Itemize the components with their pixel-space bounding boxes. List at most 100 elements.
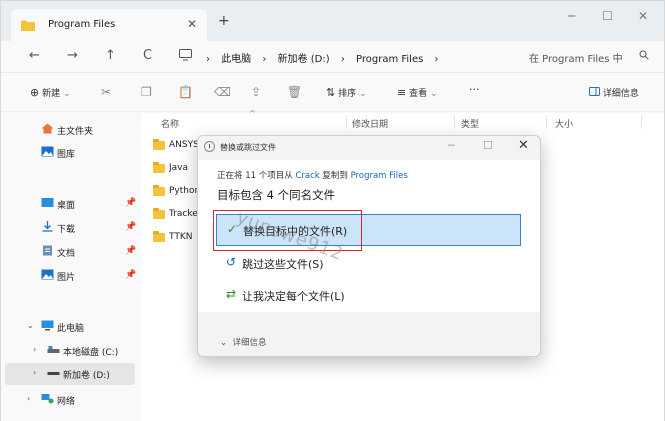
close-window-button[interactable]: ✕ <box>638 9 648 23</box>
breadcrumb: › 此电脑 › 新加卷 (D:) › Program Files › <box>206 50 447 65</box>
up-button[interactable]: ↑ <box>105 48 116 63</box>
sidebar-item-downloads[interactable]: 下载 📌 <box>1 217 137 239</box>
sidebar-item-new-volume[interactable]: › 新加卷 (D:) <box>5 363 135 385</box>
dialog-close-button[interactable]: ✕ <box>518 138 529 153</box>
pin-icon[interactable]: 📌 <box>125 222 136 232</box>
chevron-right-icon[interactable]: › <box>27 394 30 403</box>
command-bar: ⊕ 新建 ⌄ ✂ ❐ 📋 ⌫ ⇪ 🗑 ⇅ 排序 ⌄ ≡ 查看 ⌄ ··· 详细信… <box>1 74 664 112</box>
breadcrumb-program-files[interactable]: Program Files <box>356 54 423 65</box>
download-icon <box>41 221 54 232</box>
sidebar-item-pictures[interactable]: 图片 📌 <box>1 265 137 287</box>
view-label: 查看 <box>409 89 428 99</box>
drive-icon <box>47 367 60 378</box>
tab-program-files[interactable]: Program Files ✕ <box>11 9 207 41</box>
sidebar-item-desktop[interactable]: 桌面 📌 <box>1 193 137 215</box>
chevron-right-icon[interactable]: › <box>33 368 36 377</box>
address-row: ← → ↑ C › 此电脑 › 新加卷 (D:) › Program Files… <box>1 41 664 73</box>
maximize-button[interactable]: ☐ <box>602 9 613 23</box>
paste-icon[interactable]: 📋 <box>178 85 193 99</box>
copy-icon[interactable]: ❐ <box>141 85 152 99</box>
sidebar-label: 文档 <box>57 249 76 259</box>
details-label: 详细信息 <box>232 338 267 348</box>
search-icon <box>639 50 649 63</box>
dialog-minimize-button[interactable]: ─ <box>448 139 455 152</box>
chevron-down-icon[interactable]: ⌄ <box>27 321 34 330</box>
destination-link[interactable]: Program Files <box>351 171 408 181</box>
rename-icon[interactable]: ⌫ <box>214 85 231 99</box>
details-pane-button[interactable]: 详细信息 <box>589 86 639 99</box>
view-button[interactable]: ≡ 查看 ⌄ <box>397 86 438 99</box>
chevron-down-icon: ⌄ <box>220 338 228 348</box>
pin-icon[interactable]: 📌 <box>125 270 136 280</box>
navigation-pane: 主文件夹 图库 桌面 📌 下载 📌 文档 📌 图片 📌 ⌄ 此电脑 › 本地磁盘… <box>1 113 141 421</box>
refresh-button[interactable]: C <box>143 48 152 63</box>
new-label: 新建 <box>42 89 61 99</box>
home-icon <box>41 123 54 134</box>
sidebar-label: 主文件夹 <box>57 127 94 137</box>
breadcrumb-sep: › <box>262 54 267 65</box>
replace-or-skip-dialog: 替换或跳过文件 ─ ☐ ✕ 正在将 11 个项目从 Crack 复制到 Prog… <box>197 135 541 357</box>
breadcrumb-d-drive[interactable]: 新加卷 (D:) <box>278 54 330 65</box>
sidebar-item-documents[interactable]: 文档 📌 <box>1 241 137 263</box>
column-header-size[interactable]: 大小 <box>555 117 573 130</box>
folder-icon <box>153 139 165 150</box>
forward-button[interactable]: → <box>67 48 78 63</box>
chevron-down-icon: ⌄ <box>429 89 438 99</box>
breadcrumb-sep: › <box>340 54 345 65</box>
pin-icon[interactable]: 📌 <box>125 198 136 208</box>
title-bar: Program Files ✕ + ─ ☐ ✕ <box>1 1 664 41</box>
sidebar-label: 图片 <box>57 273 76 283</box>
sort-button[interactable]: ⇅ 排序 ⌄ <box>326 86 367 99</box>
folder-icon <box>153 162 165 173</box>
cut-icon[interactable]: ✂ <box>101 85 111 99</box>
new-tab-button[interactable]: + <box>218 13 230 29</box>
folder-icon <box>153 231 165 242</box>
pin-icon[interactable]: 📌 <box>125 246 136 256</box>
sidebar-label: 新加卷 (D:) <box>63 371 110 381</box>
delete-icon[interactable]: 🗑 <box>287 85 302 99</box>
sidebar-label: 网络 <box>57 397 76 407</box>
column-separator[interactable] <box>641 115 642 129</box>
sidebar-item-this-pc[interactable]: ⌄ 此电脑 <box>1 316 137 338</box>
monitor-icon[interactable] <box>179 49 192 65</box>
sidebar-item-local-disk[interactable]: › 本地磁盘 (C:) <box>1 340 137 362</box>
view-lines-icon: ≡ <box>397 86 407 99</box>
search-input[interactable]: 在 Program Files 中 <box>525 47 651 67</box>
column-header-modified[interactable]: 修改日期 <box>352 117 388 130</box>
column-separator[interactable] <box>546 115 547 129</box>
source-link[interactable]: Crack <box>295 171 319 181</box>
sidebar-item-home[interactable]: 主文件夹 <box>1 119 137 141</box>
replace-files-option[interactable]: ✓ 替换目标中的文件(R) <box>216 214 521 246</box>
tab-close-icon[interactable]: ✕ <box>187 17 197 31</box>
computer-icon <box>41 320 54 331</box>
more-options-button[interactable]: ··· <box>469 83 480 96</box>
progress-middle: 复制到 <box>319 171 351 181</box>
network-icon <box>41 393 54 404</box>
dialog-maximize-button[interactable]: ☐ <box>483 139 493 152</box>
sidebar-label: 图库 <box>57 150 76 160</box>
column-header-type[interactable]: 类型 <box>461 117 479 130</box>
column-header-name[interactable]: 名称 <box>161 117 179 130</box>
column-separator[interactable] <box>346 115 347 129</box>
skip-files-option[interactable]: ↺ 跳过这些文件(S) <box>216 248 521 280</box>
folder-icon <box>153 208 165 219</box>
share-icon[interactable]: ⇪ <box>251 85 261 99</box>
more-details-toggle[interactable]: ⌄ 详细信息 <box>220 336 267 348</box>
sidebar-label: 下载 <box>57 225 76 235</box>
decide-each-file-option[interactable]: ⇄ 让我决定每个文件(L) <box>216 280 521 312</box>
back-button[interactable]: ← <box>29 48 40 63</box>
sidebar-item-network[interactable]: › 网络 <box>1 389 137 411</box>
sort-label: 排序 <box>338 89 357 99</box>
folder-icon <box>153 185 165 196</box>
breadcrumb-this-pc[interactable]: 此电脑 <box>221 54 251 65</box>
sidebar-label: 此电脑 <box>57 324 85 334</box>
dialog-body: 正在将 11 个项目从 Crack 复制到 Program Files 目标包含… <box>198 160 540 312</box>
chevron-right-icon[interactable]: › <box>33 345 36 354</box>
gallery-icon <box>41 146 54 157</box>
skip-arrow-icon: ↺ <box>226 255 237 269</box>
minimize-button[interactable]: ─ <box>568 9 575 23</box>
file-explorer-window: Program Files ✕ + ─ ☐ ✕ ← → ↑ C › 此电脑 › … <box>0 0 665 421</box>
column-separator[interactable] <box>454 115 455 129</box>
new-button[interactable]: ⊕ 新建 ⌄ <box>30 86 71 99</box>
sidebar-item-gallery[interactable]: 图库 <box>1 142 137 164</box>
